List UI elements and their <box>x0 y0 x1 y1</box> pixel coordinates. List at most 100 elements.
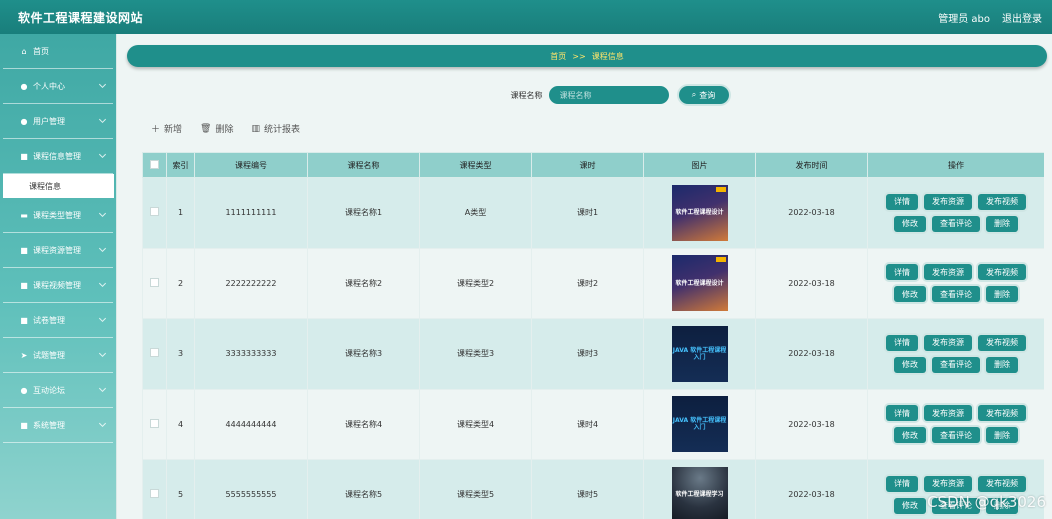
send-icon: ➤ <box>20 350 28 360</box>
action-button-1-1[interactable]: 发布资源 <box>924 193 972 210</box>
cell-index: 5 <box>166 459 195 519</box>
cell-name: 课程名称2 <box>307 247 420 319</box>
sidebar-item-5[interactable]: ■ 课程资源管理 <box>3 233 113 268</box>
sidebar-item-label: 课程资源管理 <box>33 245 81 255</box>
chevron-down-icon <box>98 244 107 253</box>
sidebar-item-0[interactable]: ⌂ 首页 <box>3 34 113 69</box>
course-thumbnail[interactable]: JAVA 软件工程课程入门 <box>671 325 728 382</box>
bar-chart-icon: ▥ <box>251 123 260 134</box>
sidebar-item-label: 课程信息管理 <box>33 151 81 161</box>
cell-type: 课程类型5 <box>419 459 532 519</box>
briefcase-icon: ▬ <box>20 210 28 220</box>
cell-index: 4 <box>166 388 195 460</box>
sidebar-item-9[interactable]: ● 互动论坛 <box>3 373 113 408</box>
cell-name: 课程名称3 <box>307 318 420 390</box>
user-icon: ● <box>20 81 28 91</box>
action-button-2-0[interactable]: 修改 <box>894 215 926 232</box>
column-header: 课时 <box>531 152 644 178</box>
cell-code: 3333333333 <box>194 318 308 390</box>
action-button-1-0[interactable]: 详情 <box>886 334 918 351</box>
row-checkbox[interactable] <box>150 418 159 428</box>
course-thumbnail[interactable]: 软件工程课程设计 <box>671 184 728 241</box>
action-button-1-0[interactable]: 详情 <box>886 264 918 281</box>
column-header: 课程名称 <box>307 152 420 178</box>
toolbar: ＋新增 🗑 删除 ▥ 统计报表 <box>151 122 300 136</box>
logout-link[interactable]: 退出登录 <box>1002 10 1042 25</box>
sidebar-item-4[interactable]: ▬ 课程类型管理 <box>3 198 113 233</box>
row-checkbox[interactable] <box>150 277 159 287</box>
chevron-down-icon <box>98 115 107 124</box>
sidebar: ⌂ 首页 ● 个人中心 ● 用户管理 ■ 课程信息管理 课程信息 ▬ 课程类型管理 ■ 课程资源管理 ■ 课… <box>0 34 117 519</box>
row-checkbox[interactable] <box>150 207 159 217</box>
action-button-1-2[interactable]: 发布视频 <box>978 475 1026 492</box>
breadcrumb: 首页 >> 课程信息 <box>127 45 1047 67</box>
chevron-down-icon <box>98 314 107 323</box>
sidebar-item-1[interactable]: ● 个人中心 <box>3 69 113 104</box>
course-thumbnail[interactable]: 软件工程课程设计 <box>671 255 728 312</box>
cell-image: 软件工程课程学习 <box>643 459 756 519</box>
action-button-1-0[interactable]: 详情 <box>886 193 918 210</box>
action-button-1-1[interactable]: 发布资源 <box>924 264 972 281</box>
sidebar-item-10[interactable]: ■ 系统管理 <box>3 408 113 443</box>
add-button[interactable]: ＋新增 <box>151 122 182 135</box>
action-button-2-2[interactable]: 删除 <box>986 286 1018 303</box>
action-button-1-2[interactable]: 发布视频 <box>978 405 1026 422</box>
action-button-1-2[interactable]: 发布视频 <box>978 264 1026 281</box>
action-button-2-0[interactable]: 修改 <box>894 427 926 444</box>
action-button-2-1[interactable]: 查看评论 <box>932 215 980 232</box>
action-button-2-0[interactable]: 修改 <box>894 286 926 303</box>
chevron-down-icon <box>98 384 107 393</box>
main-content: 首页 >> 课程信息 课程名称 ⌕ 查询 ＋新增 🗑删除 ▥统计报表 索引课程编… <box>117 34 1052 519</box>
row-checkbox[interactable] <box>150 489 159 499</box>
thumbnail-caption: JAVA 软件工程课程入门 <box>672 417 727 432</box>
thumbnail-caption: 软件工程课程学习 <box>675 491 724 499</box>
course-thumbnail[interactable]: JAVA 软件工程课程入门 <box>671 396 728 453</box>
action-button-2-0[interactable]: 修改 <box>894 497 926 514</box>
thumbnail-caption: JAVA 软件工程课程入门 <box>672 346 727 361</box>
action-button-1-1[interactable]: 发布资源 <box>924 405 972 422</box>
action-button-1-0[interactable]: 详情 <box>886 405 918 422</box>
action-button-2-2[interactable]: 删除 <box>986 427 1018 444</box>
select-all-checkbox[interactable] <box>150 159 159 169</box>
delete-button[interactable]: 🗑 删除 <box>200 122 233 136</box>
sidebar-item-label: 课程类型管理 <box>33 210 81 220</box>
sidebar-item-2[interactable]: ● 用户管理 <box>3 104 113 139</box>
cell-image: 软件工程课程设计 <box>643 177 756 249</box>
action-button-2-1[interactable]: 查看评论 <box>932 286 980 303</box>
action-button-2-0[interactable]: 修改 <box>894 356 926 373</box>
search-input[interactable] <box>548 86 669 104</box>
grid-icon: ■ <box>20 245 28 255</box>
action-button-2-1[interactable]: 查看评论 <box>932 427 980 444</box>
sidebar-item-3[interactable]: ■ 课程信息管理 <box>3 139 113 174</box>
course-thumbnail[interactable]: 软件工程课程学习 <box>671 466 728 519</box>
cell-type: 课程类型4 <box>419 388 532 460</box>
action-button-2-1[interactable]: 查看评论 <box>932 356 980 373</box>
action-button-1-2[interactable]: 发布视频 <box>978 193 1026 210</box>
row-checkbox[interactable] <box>150 348 159 358</box>
table-row: 5 5555555555 课程名称5 课程类型5 课时5 软件工程课程学习 2022-03-… <box>142 459 1044 519</box>
cell-index: 2 <box>166 247 195 319</box>
action-button-2-2[interactable]: 删除 <box>986 215 1018 232</box>
cell-index: 3 <box>166 318 195 390</box>
chevron-down-icon <box>98 419 107 428</box>
action-button-2-2[interactable]: 删除 <box>986 356 1018 373</box>
action-button-1-1[interactable]: 发布资源 <box>924 475 972 492</box>
sidebar-item-6[interactable]: ■ 课程视频管理 <box>3 268 113 303</box>
sidebar-item-label: 用户管理 <box>33 116 65 126</box>
stats-button[interactable]: ▥ 统计报表 <box>251 122 300 136</box>
search-icon: ⌕ <box>691 90 697 99</box>
cell-type: 课程类型2 <box>419 247 532 319</box>
sidebar-subitem-course-info[interactable]: 课程信息 <box>3 174 114 198</box>
table-row: 4 4444444444 课程名称4 课程类型4 课时4 JAVA 软件工程课程入门 202… <box>142 388 1044 460</box>
search-button[interactable]: ⌕ 查询 <box>678 86 729 104</box>
cell-actions: 详情 发布资源 发布视频修改 查看评论 删除 <box>867 177 1044 249</box>
column-header: 图片 <box>643 152 756 178</box>
sidebar-item-7[interactable]: ■ 试卷管理 <box>3 303 113 338</box>
action-button-1-2[interactable]: 发布视频 <box>978 334 1026 351</box>
sidebar-item-8[interactable]: ➤ 试题管理 <box>3 338 113 373</box>
breadcrumb-home[interactable]: 首页 <box>550 51 566 62</box>
cell-date: 2022-03-18 <box>755 318 868 390</box>
action-button-1-1[interactable]: 发布资源 <box>924 334 972 351</box>
action-button-1-0[interactable]: 详情 <box>886 475 918 492</box>
column-header: 操作 <box>867 152 1044 178</box>
